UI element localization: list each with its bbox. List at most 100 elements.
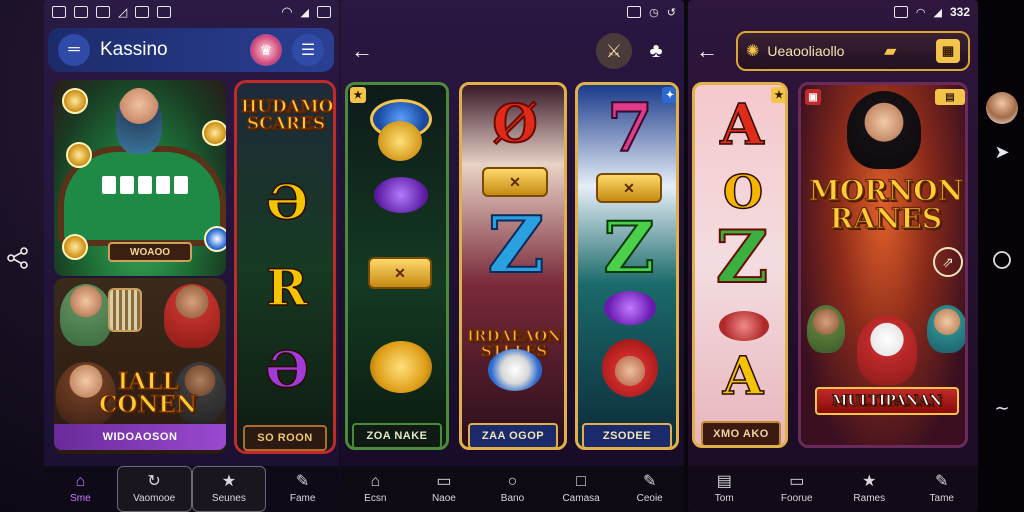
top-app-bar: ═ Kassino ♛ ☰ bbox=[48, 28, 334, 72]
grid-icon[interactable]: ▦ bbox=[936, 39, 960, 63]
back-arrow-icon[interactable]: ← bbox=[351, 38, 381, 64]
nav-item-pen[interactable]: ✎ Tame bbox=[906, 466, 979, 512]
photo-icon bbox=[157, 6, 172, 18]
chat-icon: ▭ bbox=[436, 473, 452, 490]
slot-reel-1[interactable]: ★ ✕ ZOA NAKE bbox=[345, 82, 449, 450]
clover-icon[interactable]: ♣ bbox=[638, 33, 674, 69]
circle-icon: ○ bbox=[507, 473, 518, 490]
refresh-icon: ↻ bbox=[147, 473, 161, 490]
chip-icon bbox=[202, 120, 226, 146]
slot-reel-2[interactable]: Ø ✕ Z IRDAEAON STELES ZAA OGOP bbox=[459, 82, 567, 450]
title-bar[interactable]: ✺ Ueaooliaollo ▰ ▦ bbox=[736, 31, 970, 71]
promo-subtitle: MULTIPANAN bbox=[831, 393, 943, 409]
back-arrow-icon[interactable]: ← bbox=[696, 38, 726, 64]
menu-icon[interactable]: ☰ bbox=[292, 34, 324, 66]
nav-item-circle[interactable]: ○ Bano bbox=[478, 466, 547, 512]
slot-symbol: Z bbox=[487, 200, 546, 291]
crossed-swords-icon[interactable]: ⚔ bbox=[596, 33, 632, 69]
nav-label: Sme bbox=[70, 493, 91, 504]
nav-item-star[interactable]: ★ Rames bbox=[833, 466, 906, 512]
slot-symbol-bar: ✕ bbox=[596, 173, 662, 203]
slot-symbol: A bbox=[720, 92, 765, 158]
app-title: Kassino bbox=[100, 39, 168, 60]
square-icon: □ bbox=[576, 473, 586, 490]
slot-symbol: O bbox=[722, 165, 764, 219]
nav-label: Rames bbox=[853, 493, 886, 504]
user-avatar[interactable] bbox=[986, 92, 1018, 124]
nav-item-home[interactable]: ⌂ Sme bbox=[44, 466, 117, 512]
phone-screen-3: ◠ ◢ 332 ← ✺ Ueaooliaollo ▰ ▦ ★ A O Z A X… bbox=[688, 0, 978, 512]
wifi-icon: ◠ bbox=[915, 6, 926, 19]
home-outline-icon: ⌂ bbox=[370, 473, 381, 490]
reel-footer[interactable]: ZAA OGOP bbox=[468, 423, 558, 447]
sync-icon: ↺ bbox=[666, 6, 676, 19]
slot-symbol-character bbox=[602, 339, 658, 397]
bottom-nav: ⌂ Ecsn ▭ Naoe ○ Bano □ Camasa ✎ Ceoie bbox=[341, 466, 684, 512]
nav-item-profile[interactable]: ✎ Fame bbox=[266, 466, 339, 512]
card-footer[interactable]: WIDOAOSON bbox=[54, 424, 226, 450]
game-card-players[interactable]: IALL CONEN WIDOAOSON bbox=[54, 278, 226, 454]
player-figure bbox=[927, 305, 965, 353]
avatar-icon[interactable]: ♛ bbox=[250, 34, 282, 66]
home-circle-icon[interactable] bbox=[990, 248, 1014, 272]
nav-label: Seunes bbox=[211, 493, 246, 504]
game-card-promo[interactable]: ▣ ▤ MORNON RANES ⇗ MULTIPANAN bbox=[798, 82, 968, 448]
signal-icon: ◿ bbox=[118, 5, 128, 19]
app-icon bbox=[52, 6, 66, 18]
image-icon bbox=[74, 6, 88, 18]
send-icon[interactable]: ➤ bbox=[990, 140, 1014, 164]
clock-icon: ◷ bbox=[649, 6, 659, 19]
slot-symbol: Ə bbox=[265, 175, 308, 231]
cell-signal-icon: ◢ bbox=[933, 6, 942, 19]
share-icon[interactable]: ⇗ bbox=[933, 247, 963, 277]
status-time: 332 bbox=[949, 5, 970, 19]
chip-icon bbox=[62, 234, 88, 260]
slots-footer[interactable]: SO ROON bbox=[243, 425, 327, 451]
phone-screen-2: ◷ ↺ ← ⚔ ♣ ★ ✕ ZOA NAKE Ø ✕ Z IRDAEAON ZA… bbox=[341, 0, 684, 512]
grid-icon bbox=[96, 6, 110, 18]
gear-icon: ✺ bbox=[746, 43, 760, 60]
game-card-poker-table[interactable]: WOAOO bbox=[54, 80, 226, 276]
nav-item-chat[interactable]: ▭ Foorue bbox=[761, 466, 834, 512]
promo-title: MORNON RANES bbox=[808, 174, 964, 235]
nav-label: Foorue bbox=[780, 493, 813, 504]
game-card-slots[interactable]: HUDAMONI SCARES Ə R Ə SO ROON bbox=[234, 80, 336, 454]
status-bar: ◷ ↺ bbox=[341, 0, 684, 24]
chat-icon: ▭ bbox=[789, 473, 805, 490]
badge-icon: ✦ bbox=[662, 87, 676, 103]
reel-footer[interactable]: XMO AKO bbox=[701, 421, 781, 445]
reel-footer[interactable]: ZSODEE bbox=[582, 423, 672, 447]
nav-label: Camasa bbox=[562, 493, 600, 504]
slot-symbol: Ø bbox=[491, 94, 538, 155]
slot-reel-3[interactable]: ✦ 7 ✕ Z ZSODEE bbox=[575, 82, 679, 450]
badge-icon: ▣ bbox=[805, 89, 821, 105]
chip-icon bbox=[62, 88, 88, 114]
wave-icon[interactable]: ∼ bbox=[990, 396, 1014, 420]
nav-label: Ceoie bbox=[636, 493, 663, 504]
top-app-bar: ← ⚔ ♣ bbox=[341, 28, 684, 74]
clown-mascot bbox=[857, 315, 917, 385]
mascot-icon bbox=[488, 349, 542, 391]
nav-item-home[interactable]: ⌂ Ecsn bbox=[341, 466, 410, 512]
nav-item-star[interactable]: ★ Seunes bbox=[191, 466, 267, 512]
player-figure bbox=[807, 305, 845, 353]
nav-item-home[interactable]: ▤ Tom bbox=[688, 466, 761, 512]
pen-icon: ✎ bbox=[642, 473, 657, 490]
table-sign: WOAOO bbox=[108, 242, 192, 262]
nav-item-pen[interactable]: ✎ Ceoie bbox=[615, 466, 684, 512]
promo-subtitle-ribbon: MULTIPANAN bbox=[815, 387, 959, 415]
slot-reel[interactable]: ★ A O Z A XMO AKO bbox=[692, 82, 788, 448]
bottom-nav: ▤ Tom ▭ Foorue ★ Rames ✎ Tame bbox=[688, 466, 978, 512]
badge-icon: ▤ bbox=[935, 89, 965, 105]
notification-icon bbox=[135, 6, 150, 18]
reel-footer[interactable]: ZOA NAKE bbox=[352, 423, 442, 447]
share-icon[interactable] bbox=[6, 246, 30, 270]
slot-symbol: 7 bbox=[606, 89, 654, 167]
hamburger-icon[interactable]: ═ bbox=[58, 34, 90, 66]
slot-symbol: Z bbox=[602, 206, 655, 289]
nav-item-refresh[interactable]: ↻ Vaomooe bbox=[116, 466, 192, 512]
home-icon: ⌂ bbox=[75, 473, 86, 490]
nav-item-chat[interactable]: ▭ Naoe bbox=[410, 466, 479, 512]
nav-item-square[interactable]: □ Camasa bbox=[547, 466, 616, 512]
system-nav-left bbox=[0, 0, 44, 512]
